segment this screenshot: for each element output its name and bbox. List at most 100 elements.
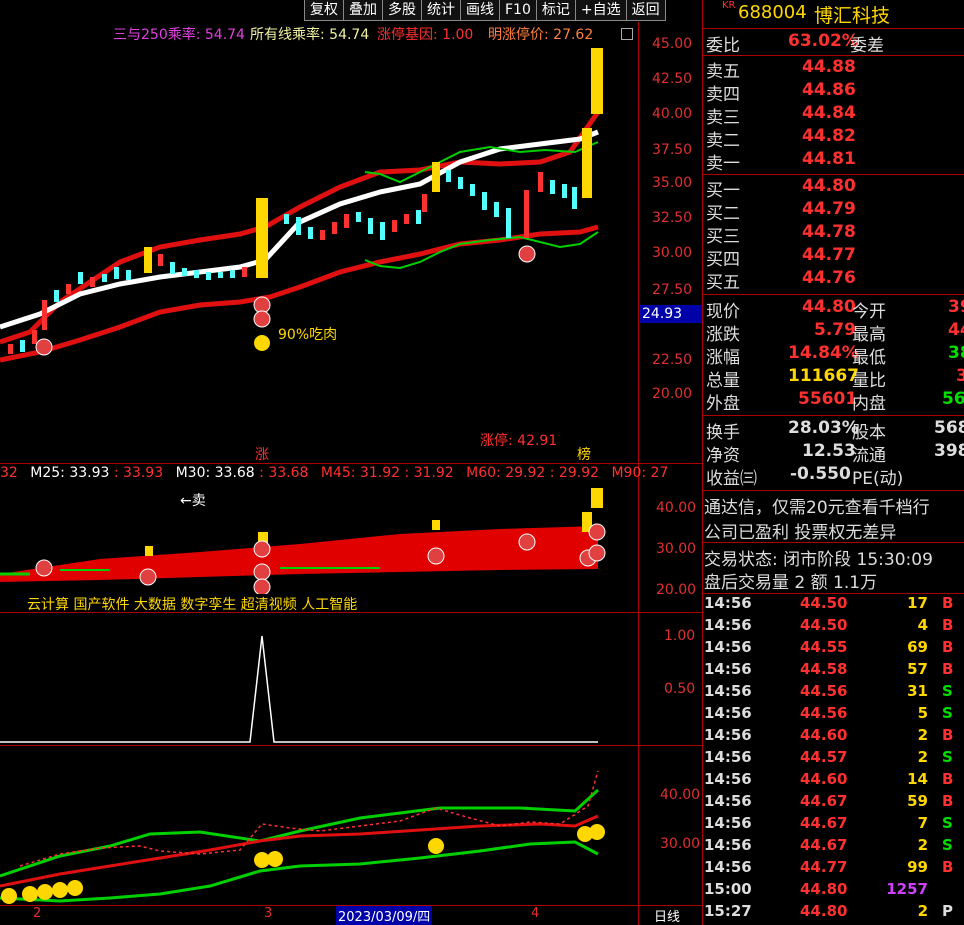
smiley-icon xyxy=(1,888,17,904)
tick-row: 14:56 44.50 4 B xyxy=(702,616,964,638)
bid-row: 买四 44.77 xyxy=(702,245,964,270)
signal-ball xyxy=(518,533,536,551)
quote-row: 涨幅 14.84% 最低 38 xyxy=(702,343,964,368)
bid-label: 买四 xyxy=(706,250,740,270)
divider xyxy=(702,490,964,491)
quote-label: 总量 xyxy=(706,371,740,391)
cursor-date: 2023/03/09/四 xyxy=(336,906,433,925)
promo-notice[interactable]: 通达信，仅需20元查看千档行 xyxy=(704,493,964,518)
order-ratio-label: 委比 xyxy=(706,36,740,56)
tick-side: B xyxy=(942,858,954,876)
ma60-label: M60: 29.92 xyxy=(466,465,546,481)
fin-row: 收益㈢ -0.550 PE(动) xyxy=(702,464,964,489)
quote-row: 涨跌 5.79 最高 44 xyxy=(702,320,964,345)
tick-side: B xyxy=(942,660,954,678)
tick-time: 15:00 xyxy=(704,880,752,898)
ma-ribbon-chart[interactable] xyxy=(0,484,638,594)
divider xyxy=(702,294,964,295)
bid-row: 买五 44.76 xyxy=(702,268,964,293)
tick-time: 14:56 xyxy=(704,704,752,722)
toolbar-multi-stock-button[interactable]: 多股 xyxy=(382,0,422,21)
quote-value: 44 xyxy=(948,320,964,340)
tick-volume: 99 xyxy=(907,858,928,876)
toolbar-draw-button[interactable]: 画线 xyxy=(460,0,500,21)
price-tick: 40.00 xyxy=(652,106,693,122)
candles xyxy=(8,48,603,354)
fin-value: 12.53 xyxy=(802,441,856,461)
ma90-label: M90: 27 xyxy=(611,465,669,481)
tick-row: 15:00 44.80 1257 xyxy=(702,880,964,902)
chart-toolbar: 复权 叠加 多股 统计 画线 F10 标记 +自选 返回 xyxy=(304,0,666,21)
tick-time: 14:56 xyxy=(704,616,752,634)
eat-annotation: 90%吃肉 xyxy=(278,327,338,343)
signal-spike-chart[interactable] xyxy=(0,614,638,745)
tick-time: 14:56 xyxy=(704,836,752,854)
quote-label: 涨幅 xyxy=(706,348,740,368)
panel4-tick: 40.00 xyxy=(660,787,701,803)
ma25-label: M25: 33.93 xyxy=(30,465,110,481)
toolbar-add-watchlist-button[interactable]: +自选 xyxy=(574,0,627,21)
smiley-icon xyxy=(37,884,53,900)
tick-time: 14:56 xyxy=(704,748,752,766)
tick-side: B xyxy=(942,792,954,810)
fin-row: 净资 12.53 流通 398 xyxy=(702,441,964,466)
panel2-tick: 20.00 xyxy=(656,582,697,598)
toolbar-fuquan-button[interactable]: 复权 xyxy=(304,0,344,21)
ask-label: 卖一 xyxy=(706,154,740,174)
tick-side: B xyxy=(942,726,954,744)
panel3-tick: 0.50 xyxy=(664,681,696,697)
tick-row: 14:56 44.67 59 B xyxy=(702,792,964,814)
signal-ball xyxy=(427,547,445,565)
period-button[interactable]: 日线 xyxy=(654,906,680,925)
quote-value: 14.84% xyxy=(788,343,859,363)
tick-row: 14:56 44.56 5 S xyxy=(702,704,964,726)
channel-chart[interactable] xyxy=(0,746,638,905)
quote-label: 量比 xyxy=(852,371,886,391)
price-tick: 22.50 xyxy=(652,352,693,368)
tick-volume: 5 xyxy=(917,704,928,722)
smiley-icon xyxy=(67,880,83,896)
chart-area[interactable]: 复权 叠加 多股 统计 画线 F10 标记 +自选 返回 三与250乘率: 54… xyxy=(0,0,702,925)
toolbar-f10-button[interactable]: F10 xyxy=(499,0,537,21)
ma-ribbon xyxy=(0,526,598,582)
quote-row: 现价 44.80 今开 39 xyxy=(702,297,964,322)
toolbar-overlay-button[interactable]: 叠加 xyxy=(343,0,383,21)
toolbar-stats-button[interactable]: 统计 xyxy=(421,0,461,21)
tick-time: 14:56 xyxy=(704,770,752,788)
ma25-value: : 33.93 xyxy=(113,465,164,481)
smiley-icon xyxy=(267,851,283,867)
candlestick-chart[interactable] xyxy=(0,22,638,463)
price-tick: 27.50 xyxy=(652,282,693,298)
tick-time: 14:56 xyxy=(704,660,752,678)
ask-row: 卖三 44.84 xyxy=(702,103,964,128)
tick-volume: 69 xyxy=(907,638,928,656)
signal-ball xyxy=(253,310,271,328)
signal-ball xyxy=(253,540,271,558)
ask-row: 卖五 44.88 xyxy=(702,57,964,82)
volume-bar xyxy=(591,488,603,508)
bang-marker: 榜 xyxy=(577,447,591,463)
market-prefix: KR xyxy=(722,0,736,11)
tick-price: 44.55 xyxy=(800,638,848,656)
toolbar-mark-button[interactable]: 标记 xyxy=(535,0,576,21)
ask-label: 卖四 xyxy=(706,85,740,105)
toolbar-back-button[interactable]: 返回 xyxy=(625,0,666,21)
fin-value: 568 xyxy=(934,418,964,438)
quote-label: 最高 xyxy=(852,325,886,345)
ma-green-line xyxy=(364,231,599,270)
price-tick: 35.00 xyxy=(652,175,693,191)
date-tick: 2 xyxy=(33,906,42,921)
fin-label: 流通 xyxy=(852,446,886,466)
quote-value: 5.79 xyxy=(814,320,856,340)
bid-label: 买五 xyxy=(706,273,740,293)
stock-name: 博汇科技 xyxy=(814,5,891,27)
date-tick: 3 xyxy=(264,906,273,921)
signal-ball xyxy=(139,568,157,586)
ask-label: 卖五 xyxy=(706,62,740,82)
divider xyxy=(702,415,964,416)
price-tick: 42.50 xyxy=(652,71,693,87)
price-tick: 45.00 xyxy=(652,36,693,52)
bid-price: 44.80 xyxy=(802,176,856,196)
bid-price: 44.79 xyxy=(802,199,856,219)
tick-row: 14:56 44.55 69 B xyxy=(702,638,964,660)
